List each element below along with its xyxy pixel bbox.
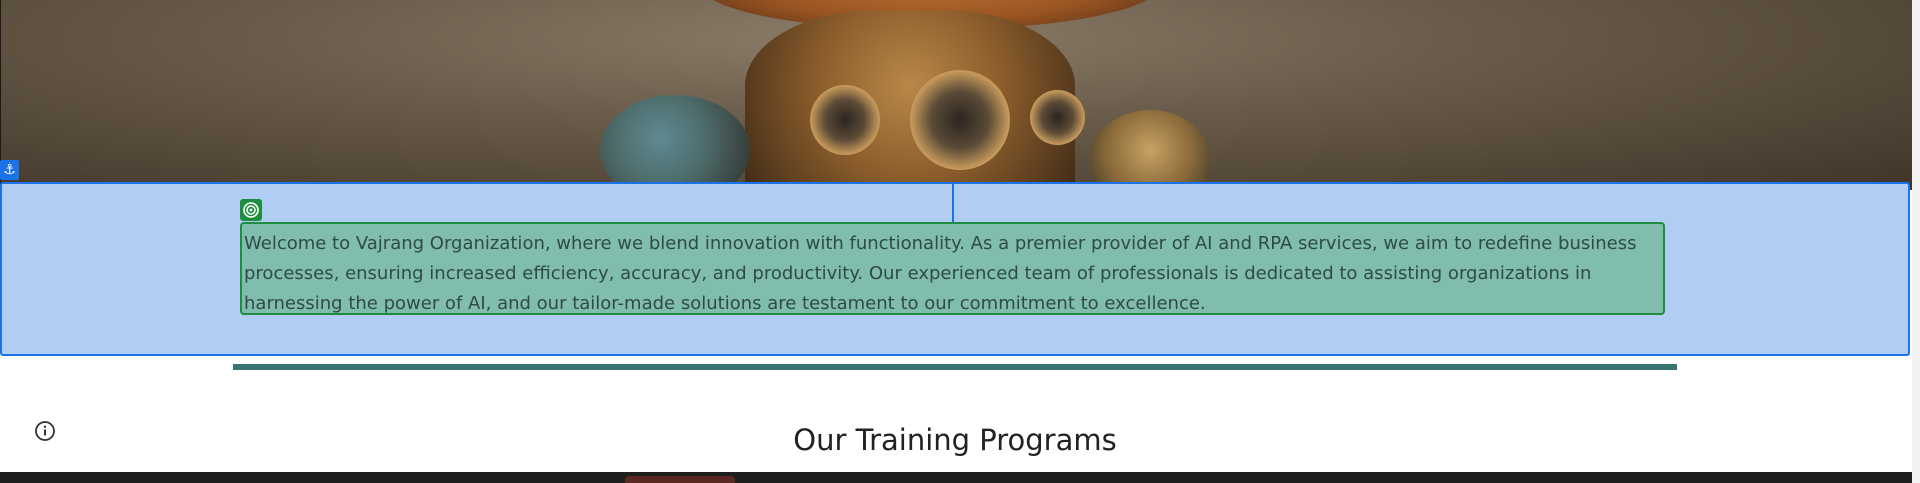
info-icon[interactable] [34,420,56,442]
robot-arm-left [600,95,750,190]
robot-eye-left [810,85,880,155]
robot-eye-center [910,70,1010,170]
intro-paragraph: Welcome to Vajrang Organization, where w… [244,233,1637,314]
robot-head [745,10,1075,190]
section-connector [952,182,954,222]
section-divider [233,364,1677,370]
next-section-image-peek [625,476,735,483]
robot-hero-image [0,0,1912,190]
robot-eye-right [1030,90,1085,145]
anchor-icon[interactable]: ⚓ [0,160,19,180]
robot-arm-right [1090,110,1210,190]
scrollbar[interactable] [1912,0,1920,483]
next-section-band [0,472,1912,483]
intro-text-block[interactable]: Welcome to Vajrang Organization, where w… [240,222,1665,315]
target-icon[interactable] [240,199,262,221]
training-programs-title: Our Training Programs [793,423,1117,457]
page: ⚓ Welcome to Vajrang Organization, where… [0,0,1920,483]
